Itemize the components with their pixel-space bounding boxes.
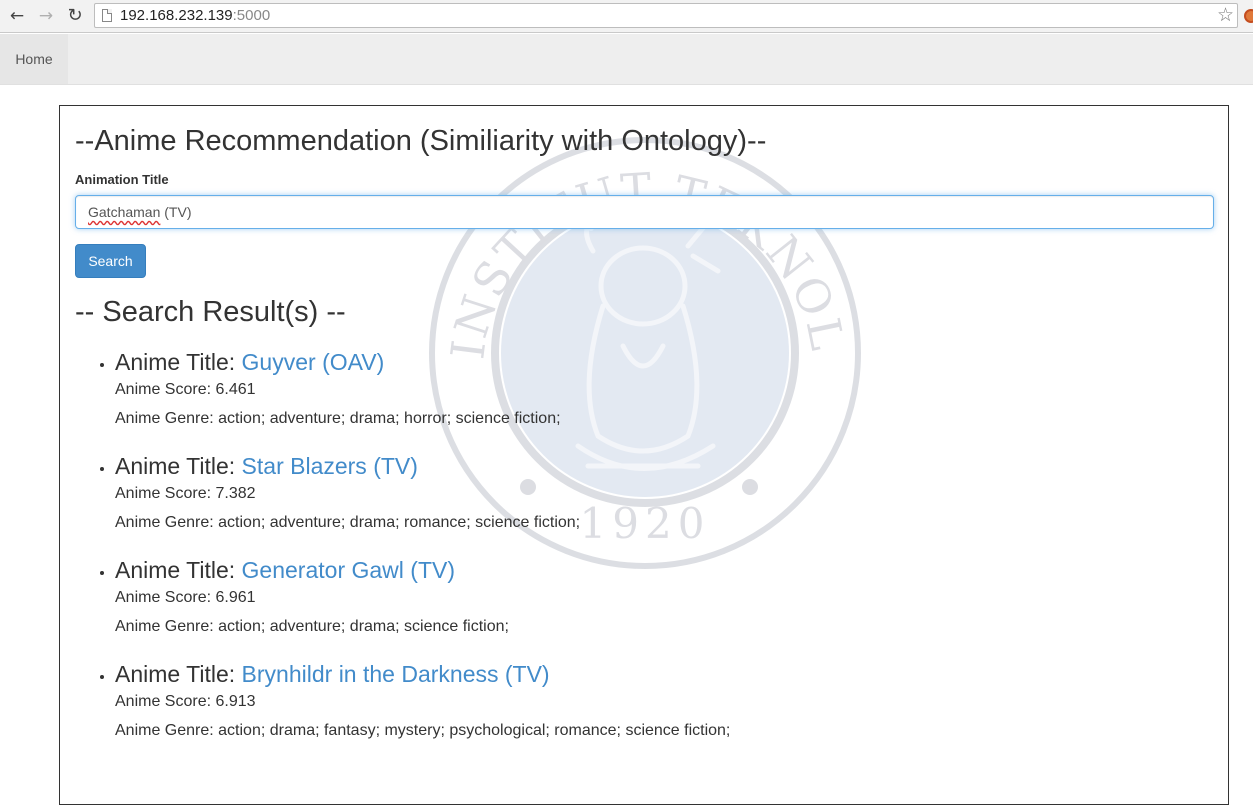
anime-score: Anime Score: 6.461 (115, 381, 256, 398)
anime-title-line: Anime Title: Generator Gawl (TV) (115, 555, 1215, 585)
svg-text:INSTITUT TEKNOLOGI BANDUNG: INSTITUT TEKNOLOGI BANDUNG (428, 136, 855, 362)
page-icon (102, 9, 112, 22)
anime-title-prefix: Anime Title: (115, 453, 242, 479)
list-item: Anime Title: Guyver (OAV) Anime Score: 6… (75, 347, 1215, 451)
anime-title-line: Anime Title: Guyver (OAV) (115, 347, 1215, 377)
extension-icon[interactable] (1244, 9, 1253, 23)
anime-title-line: Anime Title: Star Blazers (TV) (115, 451, 1215, 481)
anime-score: Anime Score: 6.913 (115, 693, 256, 710)
anime-genre: Anime Genre: action; drama; fantasy; mys… (115, 722, 731, 739)
input-value-rest: (TV) (160, 204, 192, 220)
anime-title-prefix: Anime Title: (115, 349, 242, 375)
bullet (100, 571, 104, 575)
address-bar[interactable]: 192.168.232.139:5000 ☆ (94, 3, 1238, 28)
anime-title-link[interactable]: Guyver (OAV) (242, 349, 385, 375)
bookmark-star-icon[interactable]: ☆ (1217, 4, 1234, 26)
search-button[interactable]: Search (75, 244, 146, 278)
url-text[interactable]: 192.168.232.139:5000 (120, 7, 270, 24)
anime-score: Anime Score: 7.382 (115, 485, 256, 502)
url-port: :5000 (232, 7, 271, 24)
animation-title-input[interactable]: Gatchaman (TV) (75, 195, 1214, 229)
anime-genre: Anime Genre: action; adventure; drama; h… (115, 410, 561, 427)
animation-title-label: Animation Title (75, 172, 169, 187)
list-item: Anime Title: Star Blazers (TV) Anime Sco… (75, 451, 1215, 555)
results-heading: -- Search Result(s) -- (75, 296, 346, 328)
list-item: Anime Title: Generator Gawl (TV) Anime S… (75, 555, 1215, 659)
bullet (100, 467, 104, 471)
back-arrow-icon[interactable]: ← (6, 6, 28, 26)
anime-genre: Anime Genre: action; adventure; drama; r… (115, 514, 581, 531)
reload-icon[interactable]: ↻ (64, 6, 86, 26)
results-list: Anime Title: Guyver (OAV) Anime Score: 6… (75, 347, 1215, 763)
anime-title-line: Anime Title: Brynhildr in the Darkness (… (115, 659, 1215, 689)
url-host: 192.168.232.139 (120, 7, 233, 24)
anime-genre: Anime Genre: action; adventure; drama; s… (115, 618, 509, 635)
page-title: --Anime Recommendation (Similiarity with… (75, 125, 767, 157)
list-item: Anime Title: Brynhildr in the Darkness (… (75, 659, 1215, 763)
nav-home-link[interactable]: Home (0, 34, 68, 84)
anime-title-link[interactable]: Generator Gawl (TV) (242, 557, 455, 583)
bullet (100, 363, 104, 367)
main-container: INSTITUT TEKNOLOGI BANDUNG 1920 --Anime … (59, 105, 1229, 805)
anime-title-link[interactable]: Brynhildr in the Darkness (TV) (242, 661, 550, 687)
bullet (100, 675, 104, 679)
browser-toolbar: ← → ↻ 192.168.232.139:5000 ☆ (0, 0, 1253, 33)
watermark-arc-text: INSTITUT TEKNOLOGI BANDUNG (428, 136, 853, 362)
anime-title-link[interactable]: Star Blazers (TV) (242, 453, 418, 479)
anime-title-prefix: Anime Title: (115, 557, 242, 583)
forward-arrow-icon[interactable]: → (35, 6, 57, 26)
anime-title-prefix: Anime Title: (115, 661, 242, 687)
input-value-word: Gatchaman (88, 204, 161, 220)
navbar: Home (0, 34, 1253, 85)
anime-score: Anime Score: 6.961 (115, 589, 256, 606)
